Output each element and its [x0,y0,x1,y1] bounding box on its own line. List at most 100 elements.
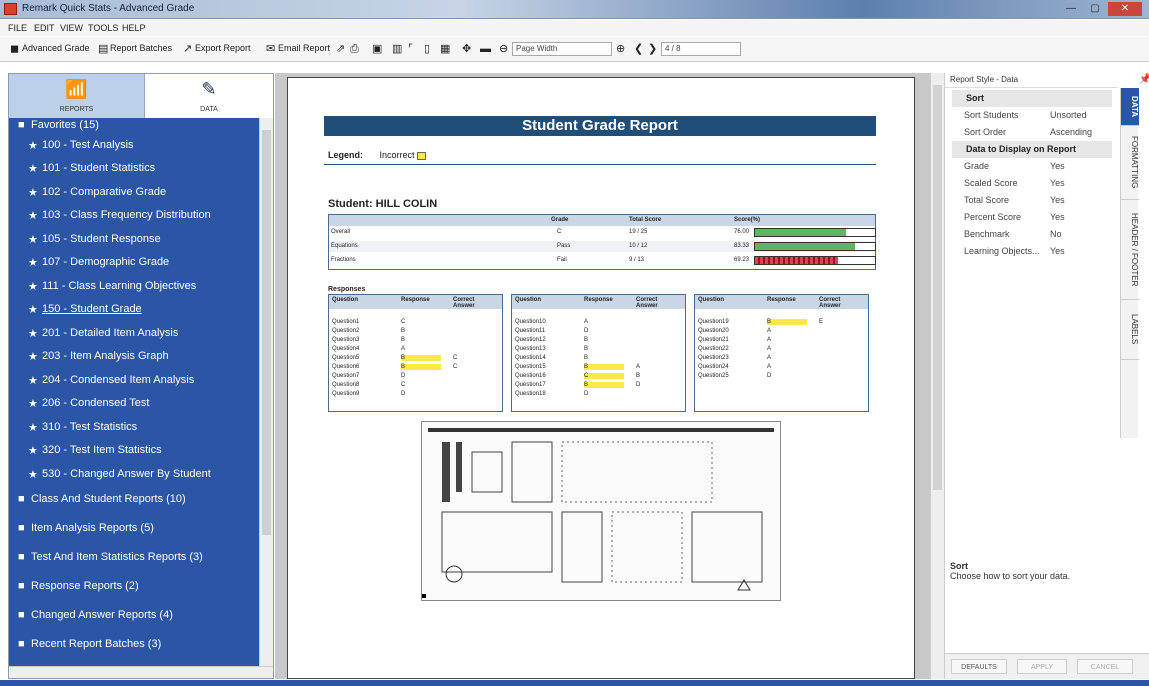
tab-data[interactable]: ✎ DATA [145,74,273,118]
property-row[interactable]: Learning Objects... Yes [952,243,1112,260]
response-cell: B [584,337,589,343]
maximize-button[interactable]: ▢ [1084,2,1106,16]
sidebar-item[interactable]: ★ 201 - Detailed Item Analysis [9,326,259,346]
move-icon[interactable]: ✥ [462,44,471,55]
summary-row: Overall C 19 / 25 76.00 [329,227,876,238]
sidebar-item[interactable]: ★ 111 - Class Learning Objectives [9,279,259,299]
sidebar-item[interactable]: ★ 107 - Demographic Grade [9,255,259,275]
property-value[interactable]: Yes [1050,178,1065,188]
sidebar-item[interactable]: ★ 530 - Changed Answer By Student [9,467,259,487]
tab-header-footer[interactable]: HEADER / FOOTER [1121,200,1139,300]
margins-icon[interactable]: ⌜ [408,44,413,55]
sidebar-item[interactable]: ■ Changed Answer Reports (4) [9,608,259,628]
property-row[interactable]: Benchmark No [952,226,1112,243]
folder-icon: ■ [18,638,25,650]
tab-labels[interactable]: LABELS [1121,300,1139,360]
tab-data-label: DATA [200,106,218,113]
tab-reports[interactable]: 📶 REPORTS [9,74,145,118]
sidebar-horizontal-scrollbar[interactable] [9,666,273,678]
prev-page-icon[interactable]: ❮ [634,44,643,55]
sidebar-item[interactable]: ★ 102 - Comparative Grade [9,185,259,205]
property-value[interactable]: Yes [1050,161,1065,171]
response-cell: Question6 [332,364,360,370]
cancel-button[interactable]: CANCEL [1077,659,1133,674]
zoom-select[interactable]: Page Width [512,42,612,56]
property-row[interactable]: Total Score Yes [952,192,1112,209]
page-icon[interactable]: ▯ [424,44,430,55]
property-row[interactable]: Percent Score Yes [952,209,1112,226]
tab-data[interactable]: DATA [1121,88,1139,126]
print-icon[interactable]: ⎙ [350,44,359,55]
sidebar-item[interactable]: ■ Class And Student Reports (10) [9,492,259,512]
sidebar-item[interactable]: ★ 203 - Item Analysis Graph [9,349,259,369]
menu-view[interactable]: VIEW [60,23,83,33]
tab-formatting[interactable]: FORMATTING [1121,126,1139,200]
multi-page-icon[interactable]: ▦ [440,44,450,55]
sidebar-item[interactable]: ★ 206 - Condensed Test [9,396,259,416]
menu-file[interactable]: FILE [8,23,27,33]
sidebar-item[interactable]: ★ 310 - Test Statistics [9,420,259,440]
preview-scrollbar[interactable] [930,73,944,679]
export-report-button[interactable]: Export Report [195,43,251,53]
zoom-in-icon[interactable]: ⊕ [616,44,625,55]
columns-icon[interactable]: ▥ [392,44,402,55]
sidebar-scroll-thumb[interactable] [262,130,271,535]
close-button[interactable]: ✕ [1108,2,1142,16]
page-select[interactable]: 4 / 8 [661,42,741,56]
sidebar-item[interactable]: ★ 320 - Test Item Statistics [9,443,259,463]
property-row[interactable]: Grade Yes [952,158,1112,175]
minimize-button[interactable]: — [1060,2,1082,16]
property-value[interactable]: No [1050,229,1062,239]
sidebar-item[interactable]: ★ 150 - Student Grade [9,302,259,322]
property-value[interactable]: Yes [1050,212,1065,222]
property-row[interactable]: Sort Students Unsorted [952,107,1112,124]
sidebar-item-label: 320 - Test Item Statistics [42,444,162,456]
property-row[interactable]: Sort Order Ascending [952,124,1112,141]
score-bar-fill [755,243,855,250]
legend-divider [324,164,876,165]
sidebar-item[interactable]: ★ 100 - Test Analysis [9,138,259,158]
menu-edit[interactable]: EDIT [34,23,55,33]
sidebar-item[interactable]: ★ 101 - Student Statistics [9,161,259,181]
sidebar-item-label: 204 - Condensed Item Analysis [42,374,195,386]
next-page-icon[interactable]: ❯ [648,44,657,55]
app-icon [4,3,17,15]
defaults-button[interactable]: DEFAULTS [951,659,1007,674]
sidebar-item[interactable]: ■ Response Reports (2) [9,579,259,599]
sidebar-item[interactable]: ★ 103 - Class Frequency Distribution [9,208,259,228]
menu-tools[interactable]: TOOLS [88,23,118,33]
sidebar-scrollbar[interactable] [259,118,273,666]
property-value[interactable]: Unsorted [1050,110,1087,120]
sidebar-item-label: 150 - Student Grade [42,303,142,315]
response-cell: Question16 [515,373,546,379]
printer-icon[interactable]: ▣ [372,44,382,55]
response-cell: Question2 [332,328,360,334]
sidebar-item[interactable]: ■ Favorites (15) [9,118,259,138]
advanced-grade-button[interactable]: Advanced Grade [22,43,90,53]
report-batches-button[interactable]: Report Batches [110,43,172,53]
sidebar-item[interactable]: ■ Recent Report Batches (3) [9,637,259,657]
sidebar-item[interactable]: ★ 105 - Student Response [9,232,259,252]
sidebar-item[interactable]: ■ Test And Item Statistics Reports (3) [9,550,259,570]
pin-icon[interactable]: 📌 [1139,74,1149,85]
thumbnail-icon[interactable]: ▬ [480,44,491,55]
response-row: Question21 A [695,337,868,344]
property-name: Sort Students [964,110,1019,120]
response-cell: D [767,373,772,379]
bar-chart-icon: 📶 [65,79,88,99]
apply-button[interactable]: APPLY [1017,659,1067,674]
answer-sheet-image [422,428,774,598]
sidebar-item[interactable]: ★ 204 - Condensed Item Analysis [9,373,259,393]
property-value[interactable]: Yes [1050,195,1065,205]
sidebar-item[interactable]: ■ Item Analysis Reports (5) [9,521,259,541]
property-row[interactable]: Scaled Score Yes [952,175,1112,192]
email-report-button[interactable]: Email Report [278,43,330,53]
zoom-out-icon[interactable]: ⊖ [499,44,508,55]
share-icon[interactable]: ⇗ [336,44,345,55]
response-cell: B [767,319,807,325]
menu-help[interactable]: HELP [122,23,146,33]
property-value[interactable]: Ascending [1050,127,1092,137]
preview-scroll-thumb[interactable] [933,85,942,490]
response-cell: D [401,391,406,397]
property-value[interactable]: Yes [1050,246,1065,256]
